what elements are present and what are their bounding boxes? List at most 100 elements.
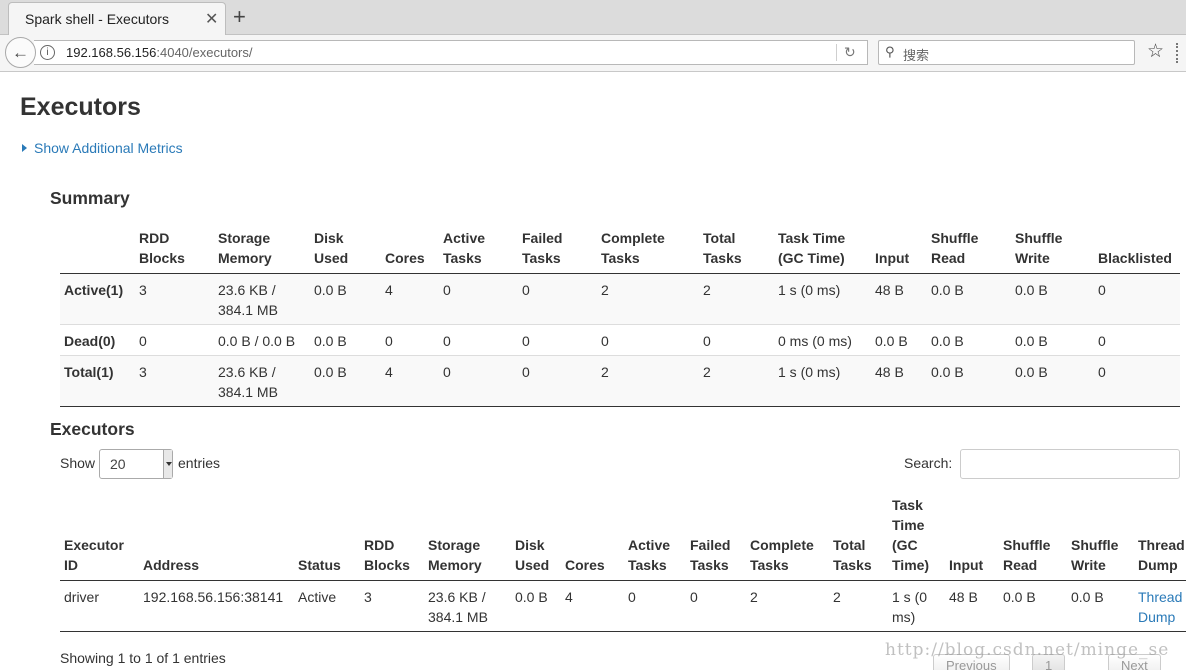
summary-row-label: Dead(0) bbox=[60, 324, 135, 356]
summary-cell: 0 bbox=[1094, 324, 1180, 356]
summary-cell: 0 bbox=[518, 273, 597, 325]
summary-cell: 4 bbox=[381, 355, 439, 407]
summary-cell: 2 bbox=[597, 355, 699, 407]
executor-cell: 2 bbox=[746, 580, 829, 632]
summary-cell: 3 bbox=[135, 355, 214, 407]
url-bar[interactable]: i 192.168.56.156:4040/executors/ ↻ bbox=[34, 40, 868, 65]
bookmark-star-icon[interactable]: ☆ bbox=[1147, 40, 1164, 63]
browser-search-bar[interactable]: ⚲ 搜索 bbox=[878, 40, 1135, 65]
executors-header-line: Tasks bbox=[833, 557, 872, 573]
url-separator bbox=[836, 44, 837, 61]
executor-cell: 2 bbox=[829, 580, 888, 632]
close-tab-icon[interactable]: ✕ bbox=[205, 9, 218, 29]
url-text[interactable]: 192.168.56.156:4040/executors/ bbox=[66, 45, 253, 60]
summary-header-line: Active bbox=[443, 230, 486, 246]
summary-cell: 0 bbox=[1094, 355, 1180, 407]
summary-header-line: Task Time bbox=[778, 230, 846, 246]
summary-header-2: Storage Memory bbox=[214, 228, 310, 274]
summary-row: Total(1) 3 23.6 KB / 384.1 MB 0.0 B400221 s… bbox=[60, 355, 1180, 407]
executors-header-11: Task Time (GC Time) bbox=[888, 495, 945, 581]
executors-header-line: Write bbox=[1071, 557, 1106, 573]
watermark: http://blog.csdn.net/minge_se bbox=[885, 640, 1170, 660]
summary-row: Dead(0) 0 0.0 B / 0.0 B 0.0 B000000 ms (0 m… bbox=[60, 324, 1180, 356]
show-label: Show bbox=[60, 455, 96, 471]
showing-entries-text: Showing 1 to 1 of 1 entries bbox=[60, 650, 226, 666]
url-path: :4040/executors/ bbox=[156, 45, 253, 60]
executors-header-12: Input bbox=[945, 495, 999, 581]
executor-row: driver 192.168.56.156:38141 Active 3 23.6 KB… bbox=[60, 580, 1186, 632]
summary-cell: 0.0 B bbox=[927, 324, 1011, 356]
info-icon[interactable]: i bbox=[40, 45, 55, 60]
summary-cell: 0.0 B bbox=[310, 273, 381, 325]
executor-cell: 23.6 KB / 384.1 MB bbox=[424, 580, 511, 632]
summary-header-12: Shuffle Write bbox=[1011, 228, 1094, 274]
menu-overflow-icon[interactable] bbox=[1176, 43, 1178, 63]
summary-header-row: RDD Blocks Storage Memory Disk Used Cores Activ… bbox=[60, 228, 1180, 274]
executors-header-line: Task bbox=[892, 497, 923, 513]
executors-header-3: RDD Blocks bbox=[360, 495, 424, 581]
executors-header-row: Executor ID Address Status RDD Blocks Storage M… bbox=[60, 495, 1186, 581]
executor-cell: driver bbox=[60, 580, 139, 632]
summary-header-line: Disk bbox=[314, 230, 344, 246]
executors-header-line: Address bbox=[143, 557, 200, 573]
entries-label: entries bbox=[178, 455, 221, 471]
show-additional-metrics-label: Show Additional Metrics bbox=[34, 140, 183, 156]
summary-header-line: Used bbox=[314, 250, 349, 266]
executors-header-line: ID bbox=[64, 557, 78, 573]
summary-cell: 0 bbox=[597, 324, 699, 356]
executors-header-line: Status bbox=[298, 557, 341, 573]
tab-bar: Spark shell - Executors ✕ + bbox=[0, 0, 1186, 36]
summary-header-line: Failed bbox=[522, 230, 563, 246]
entries-per-page-select[interactable]: 20 bbox=[99, 449, 173, 479]
summary-cell: 3 bbox=[135, 273, 214, 325]
show-additional-metrics-link[interactable]: Show Additional Metrics bbox=[22, 140, 183, 156]
summary-cell: 0 bbox=[439, 324, 518, 356]
summary-cell: 1 s (0 ms) bbox=[774, 355, 871, 407]
summary-header-line: Input bbox=[875, 250, 910, 266]
summary-header-line: Blacklisted bbox=[1098, 250, 1172, 266]
reload-icon[interactable]: ↻ bbox=[844, 44, 856, 61]
executors-header-line: Storage bbox=[428, 537, 481, 553]
summary-header-4: Cores bbox=[381, 228, 439, 274]
executors-header-line: Blocks bbox=[364, 557, 410, 573]
executors-header-line: Shuffle bbox=[1071, 537, 1119, 553]
executor-cell: 192.168.56.156:38141 bbox=[139, 580, 294, 632]
table-search-label: Search: bbox=[904, 455, 953, 471]
executor-cell: 1 s (0 ms) bbox=[888, 580, 945, 632]
summary-cell: 0.0 B bbox=[927, 273, 1011, 325]
summary-header-line: Tasks bbox=[703, 250, 742, 266]
executors-header-line: Used bbox=[515, 557, 550, 573]
summary-cell: 0.0 B bbox=[871, 324, 927, 356]
summary-cell: 0 ms (0 ms) bbox=[774, 324, 871, 356]
search-icon: ⚲ bbox=[885, 44, 895, 59]
summary-header-11: Shuffle Read bbox=[927, 228, 1011, 274]
executors-header-5: Disk Used bbox=[511, 495, 561, 581]
browser-tab[interactable]: Spark shell - Executors ✕ bbox=[8, 2, 226, 36]
summary-header-line: Tasks bbox=[601, 250, 640, 266]
executor-cell: 0 bbox=[686, 580, 746, 632]
new-tab-button[interactable]: + bbox=[233, 4, 246, 30]
thread-dump-link[interactable]: Thread Dump bbox=[1134, 580, 1186, 632]
summary-header-10: Input bbox=[871, 228, 927, 274]
executors-header-13: Shuffle Read bbox=[999, 495, 1067, 581]
summary-cell: 0 bbox=[518, 324, 597, 356]
summary-cell: 0 bbox=[381, 324, 439, 356]
executors-header-6: Cores bbox=[561, 495, 624, 581]
summary-cell: 0 bbox=[699, 324, 774, 356]
executors-header-line: Time bbox=[892, 517, 925, 533]
executor-cell: 0.0 B bbox=[1067, 580, 1134, 632]
executors-header-4: Storage Memory bbox=[424, 495, 511, 581]
summary-row-label: Active(1) bbox=[60, 273, 135, 325]
summary-header-13: Blacklisted bbox=[1094, 228, 1180, 274]
back-button[interactable]: ← bbox=[5, 37, 36, 68]
executors-header-line: Shuffle bbox=[1003, 537, 1051, 553]
table-search-input[interactable] bbox=[960, 449, 1180, 479]
summary-row-label: Total(1) bbox=[60, 355, 135, 407]
executor-cell: 4 bbox=[561, 580, 624, 632]
executors-header-7: Active Tasks bbox=[624, 495, 686, 581]
summary-cell: 0 bbox=[518, 355, 597, 407]
executors-header-line: Dump bbox=[1138, 557, 1178, 573]
summary-cell: 0 bbox=[439, 355, 518, 407]
summary-header-7: Complete Tasks bbox=[597, 228, 699, 274]
summary-cell: 0.0 B bbox=[310, 355, 381, 407]
